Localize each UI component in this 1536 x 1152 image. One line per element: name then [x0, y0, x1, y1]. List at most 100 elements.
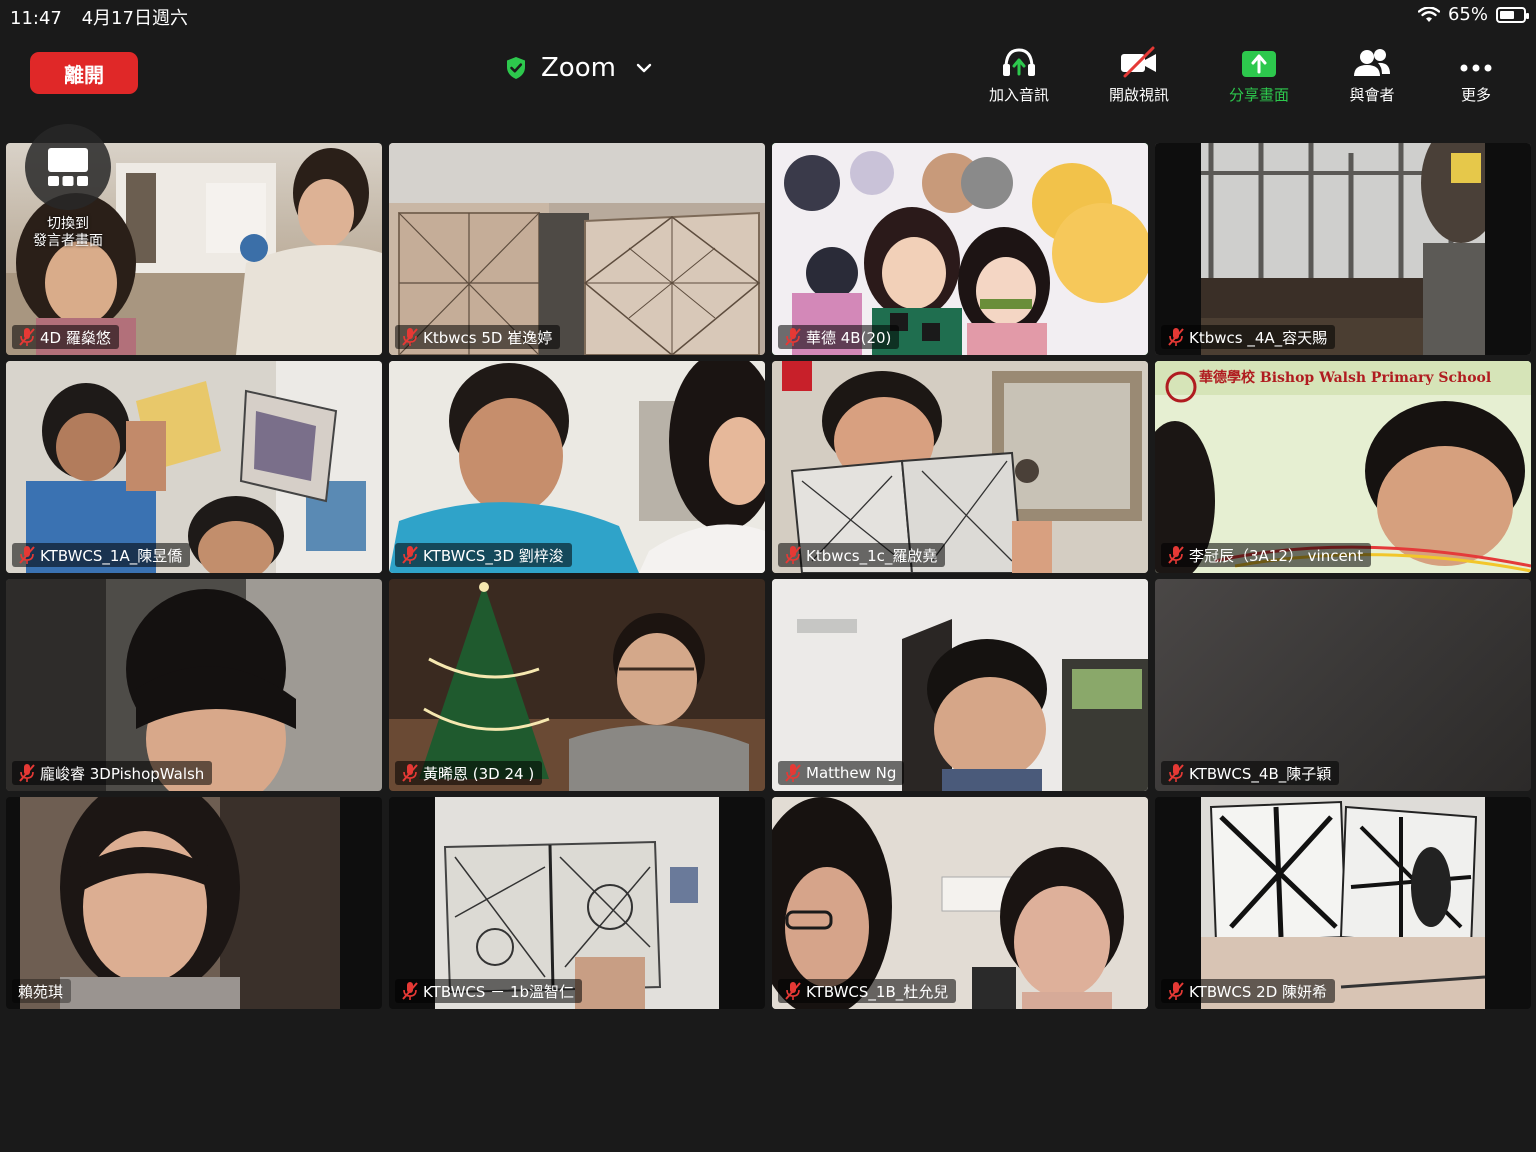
- more-label: 更多: [1460, 86, 1491, 104]
- participant-name-tag: 李冠辰（3A12） vincent: [1161, 543, 1372, 567]
- video-tile[interactable]: KTBWCS_1A_陳昱僑: [6, 361, 382, 573]
- video-frame: [772, 579, 1148, 791]
- participant-name: 龐峻睿 3DPishopWalsh: [40, 764, 205, 783]
- video-tile[interactable]: 賴苑琪: [6, 797, 382, 1009]
- video-tile[interactable]: 龐峻睿 3DPishopWalsh: [6, 579, 382, 791]
- video-tile[interactable]: KTBWCS_4B_陳子穎: [1155, 579, 1531, 791]
- video-frame: [1201, 143, 1485, 355]
- participant-name-tag: 賴苑琪: [12, 979, 72, 1003]
- school-banner-text: 華德學校 Bishop Walsh Primary School: [1199, 370, 1492, 386]
- video-tile[interactable]: Ktbwcs 5D 崔逸婷: [389, 143, 765, 355]
- mic-muted-icon: [785, 546, 801, 564]
- wifi-icon: [1417, 6, 1440, 22]
- participant-name: 賴苑琪: [18, 982, 64, 1001]
- video-frame: [772, 797, 1148, 1009]
- letterbox-left: [1155, 143, 1201, 355]
- video-tile[interactable]: KTBWCS － 1b溫智仁: [389, 797, 765, 1009]
- battery-percent: 65%: [1447, 4, 1488, 25]
- video-tile[interactable]: KTBWCS_3D 劉梓浚: [389, 361, 765, 573]
- participant-name-tag: 黃晞恩 (3D 24 ): [395, 761, 543, 785]
- participant-name-tag: KTBWCS 2D 陳妍希: [1161, 979, 1336, 1003]
- participant-name: Matthew Ng: [806, 764, 897, 782]
- mic-muted-icon: [1168, 982, 1184, 1000]
- video-frame: [20, 797, 340, 1009]
- mic-muted-icon: [402, 546, 418, 564]
- video-frame: [389, 361, 765, 573]
- participant-name-tag: KTBWCS_3D 劉梓浚: [395, 543, 572, 567]
- share-screen-label: 分享畫面: [1228, 86, 1289, 104]
- video-frame: [772, 143, 1148, 355]
- video-frame: [389, 143, 765, 355]
- participants-button[interactable]: 與會者: [1322, 44, 1422, 105]
- participant-name: KTBWCS_3D 劉梓浚: [423, 546, 564, 565]
- participant-name: Ktbwcs _4A_容天賜: [1189, 328, 1328, 347]
- switch-view-circle: [25, 124, 111, 210]
- status-time: 11:47: [10, 8, 62, 29]
- chevron-down-icon: [636, 63, 652, 73]
- join-audio-button[interactable]: 加入音訊: [969, 44, 1069, 105]
- share-screen-icon: [1242, 51, 1276, 77]
- participant-name: KTBWCS_4B_陳子穎: [1189, 764, 1332, 783]
- participant-name: 4D 羅燊悠: [40, 328, 111, 347]
- participant-name-tag: KTBWCS － 1b溫智仁: [395, 979, 583, 1003]
- video-frame: [6, 579, 382, 791]
- start-video-button[interactable]: 開啟視訊: [1089, 44, 1189, 105]
- share-screen-button[interactable]: 分享畫面: [1209, 44, 1309, 105]
- mic-muted-icon: [1168, 546, 1184, 564]
- participant-name-tag: Ktbwcs 5D 崔逸婷: [395, 325, 561, 349]
- video-frame: [1201, 797, 1485, 1009]
- video-frame: [772, 361, 1148, 573]
- video-frame: [389, 579, 765, 791]
- video-tile[interactable]: KTBWCS 2D 陳妍希: [1155, 797, 1531, 1009]
- mic-muted-icon: [785, 328, 801, 346]
- participant-name-tag: Ktbwcs_1c_羅啟堯: [778, 543, 946, 567]
- mic-muted-icon: [19, 328, 35, 346]
- video-tile[interactable]: KTBWCS_1B_杜允兒: [772, 797, 1148, 1009]
- participant-name: Ktbwcs 5D 崔逸婷: [423, 328, 553, 347]
- battery-fill: [1500, 10, 1515, 19]
- participant-name: KTBWCS_1A_陳昱僑: [40, 546, 183, 565]
- participant-name: KTBWCS － 1b溫智仁: [423, 982, 575, 1001]
- switch-to-speaker-view-button[interactable]: 切換到 發言者畫面: [24, 124, 112, 266]
- meeting-info-button[interactable]: Zoom: [505, 48, 652, 88]
- status-left: 11:47 4月17日週六: [10, 4, 202, 30]
- meeting-toolbar: 離開 Zoom 加入音訊 開啟視訊 分享畫面 與會者 更多: [0, 32, 1536, 112]
- video-tile[interactable]: Matthew Ng: [772, 579, 1148, 791]
- participant-name-tag: 4D 羅燊悠: [12, 325, 119, 349]
- switch-view-label-line2: 發言者畫面: [33, 233, 103, 249]
- mic-muted-icon: [402, 764, 418, 782]
- mic-muted-icon: [785, 764, 801, 782]
- mic-muted-icon: [1168, 764, 1184, 782]
- participant-name: 華德 4B(20): [806, 328, 892, 347]
- participant-name: 黃晞恩 (3D 24 ): [423, 764, 535, 783]
- video-tile[interactable]: 華德 4B(20): [772, 143, 1148, 355]
- participant-name-tag: 龐峻睿 3DPishopWalsh: [12, 761, 213, 785]
- participant-name: Ktbwcs_1c_羅啟堯: [806, 546, 938, 565]
- status-right: 65%: [1417, 4, 1529, 25]
- video-tile[interactable]: Ktbwcs_1c_羅啟堯: [772, 361, 1148, 573]
- leave-button[interactable]: 離開: [30, 52, 138, 94]
- mic-muted-icon: [1168, 328, 1184, 346]
- participant-name: KTBWCS_1B_杜允兒: [806, 982, 949, 1001]
- battery-icon: [1496, 6, 1529, 23]
- join-audio-label: 加入音訊: [988, 86, 1049, 104]
- video-off-icon: [1121, 46, 1156, 78]
- participant-name: KTBWCS 2D 陳妍希: [1189, 982, 1328, 1001]
- mic-muted-icon: [402, 328, 418, 346]
- video-tile[interactable]: 華德學校 Bishop Walsh Primary School 李冠辰（3A1…: [1155, 361, 1531, 573]
- video-frame: [435, 797, 719, 1009]
- letterbox-right: [1485, 143, 1531, 355]
- switch-view-label-line1: 切換到: [47, 216, 89, 232]
- video-tile[interactable]: 黃晞恩 (3D 24 ): [389, 579, 765, 791]
- status-date: 4月17日週六: [81, 8, 188, 29]
- mic-muted-icon: [19, 764, 35, 782]
- video-frame: [6, 361, 382, 573]
- shield-icon: [507, 57, 525, 79]
- participant-name: 李冠辰（3A12） vincent: [1189, 546, 1364, 565]
- participant-name-tag: Matthew Ng: [778, 761, 905, 785]
- status-bar: 11:47 4月17日週六 65%: [0, 0, 1536, 32]
- more-icon: [1460, 64, 1492, 72]
- video-tile[interactable]: Ktbwcs _4A_容天賜: [1155, 143, 1531, 355]
- participant-name-tag: KTBWCS_1A_陳昱僑: [12, 543, 191, 567]
- more-button[interactable]: 更多: [1426, 44, 1526, 105]
